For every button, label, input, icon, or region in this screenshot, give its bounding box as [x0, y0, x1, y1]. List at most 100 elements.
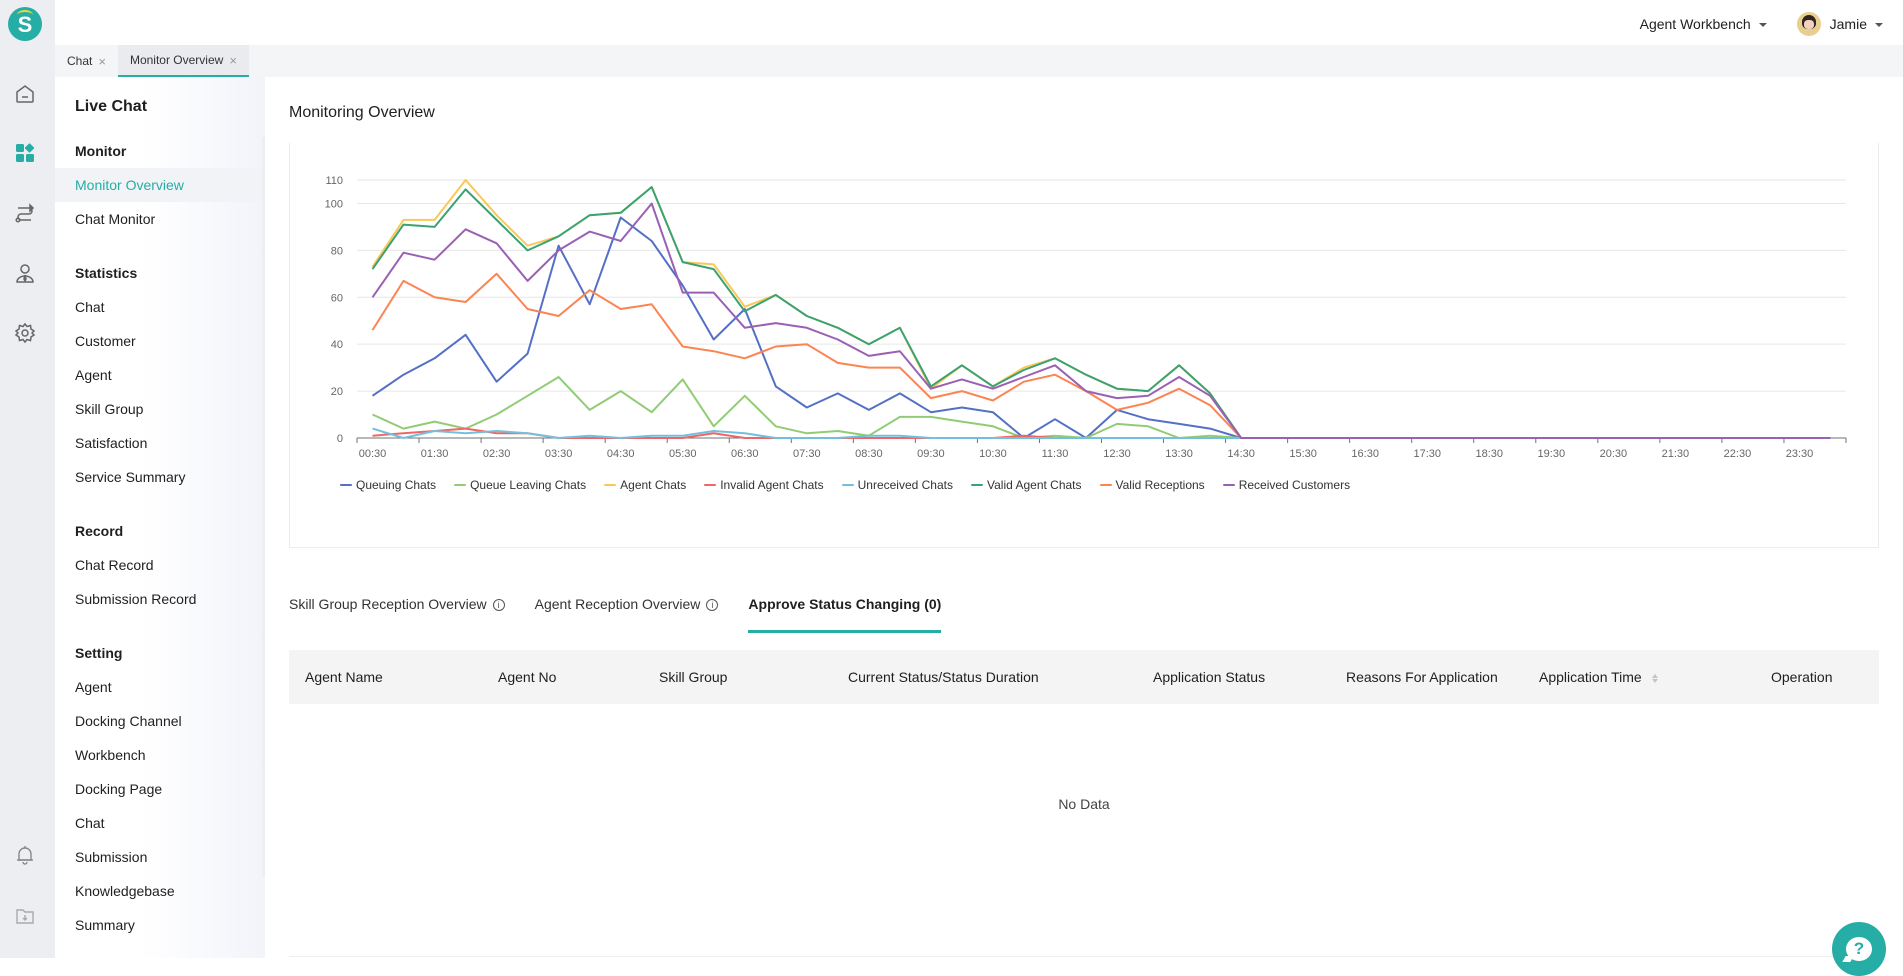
sidebar-title: Live Chat [75, 98, 265, 120]
sidebar-item-workbench[interactable]: Workbench [55, 738, 265, 772]
y-tick-label: 40 [331, 339, 343, 351]
sidebar-item-stat-customer[interactable]: Customer [55, 324, 265, 358]
legend-label: Valid Receptions [1116, 478, 1205, 492]
legend-item[interactable]: Unreceived Chats [842, 478, 953, 492]
x-tick-label: 13:30 [1165, 448, 1193, 460]
settings-icon[interactable] [13, 321, 37, 345]
tab-chat[interactable]: Chat × [55, 45, 118, 77]
x-tick-label: 02:30 [483, 448, 511, 460]
y-tick-label: 0 [337, 433, 343, 445]
x-tick-label: 08:30 [855, 448, 883, 460]
x-tick-label: 01:30 [421, 448, 449, 460]
help-chat-icon: ? [1846, 937, 1872, 961]
legend-swatch [842, 484, 854, 486]
line-chart: 020406080100110 00:3001:3002:3003:3004:3… [290, 143, 1880, 473]
legend-label: Invalid Agent Chats [720, 478, 823, 492]
sidebar-item-chat-record[interactable]: Chat Record [55, 548, 265, 582]
legend-item[interactable]: Valid Receptions [1100, 478, 1205, 492]
subtab-skill-group-reception[interactable]: Skill Group Reception Overview i [289, 596, 505, 626]
x-tick-label: 07:30 [793, 448, 821, 460]
sidebar-item-stat-skill-group[interactable]: Skill Group [55, 392, 265, 426]
x-tick-label: 11:30 [1042, 448, 1069, 460]
sidebar-item-docking-page[interactable]: Docking Page [55, 772, 265, 806]
tab-label: Monitor Overview [130, 53, 223, 67]
subtab-approve-status-changing[interactable]: Approve Status Changing (0) [748, 596, 941, 633]
legend-label: Unreceived Chats [858, 478, 953, 492]
sidebar-item-knowledgebase[interactable]: Knowledgebase [55, 874, 265, 908]
x-tick-label: 21:30 [1662, 448, 1690, 460]
tab-monitor-overview[interactable]: Monitor Overview × [118, 45, 249, 77]
sidebar-item-stat-service-summary[interactable]: Service Summary [55, 460, 265, 494]
dashboard-icon[interactable] [13, 141, 37, 165]
sidebar-item-chat-monitor[interactable]: Chat Monitor [55, 202, 265, 236]
sidebar: Live Chat Monitor Monitor Overview Chat … [55, 77, 265, 958]
bell-icon[interactable] [13, 843, 37, 867]
series-line-agent-chats [373, 180, 1831, 438]
column-header-operation: Operation [1771, 650, 1832, 704]
series-line-queue-leaving-chats [373, 377, 1831, 438]
chart-legend: Queuing Chats Queue Leaving Chats Agent Ch… [340, 478, 1368, 492]
legend-swatch [454, 484, 466, 486]
sidebar-item-submission-record[interactable]: Submission Record [55, 582, 265, 616]
main-content: Monitoring Overview 020406080100110 00:3… [265, 77, 1903, 958]
help-button[interactable]: ? [1832, 922, 1886, 976]
sidebar-item-set-chat[interactable]: Chat [55, 806, 265, 840]
routing-icon[interactable] [13, 201, 37, 225]
column-header-reasons: Reasons For Application [1346, 650, 1498, 704]
subtab-label: Approve Status Changing (0) [748, 596, 941, 612]
legend-item[interactable]: Valid Agent Chats [971, 478, 1082, 492]
avatar[interactable] [1797, 12, 1821, 36]
legend-item[interactable]: Invalid Agent Chats [704, 478, 823, 492]
sidebar-item-stat-agent[interactable]: Agent [55, 358, 265, 392]
x-tick-label: 18:30 [1475, 448, 1503, 460]
sidebar-item-stat-chat[interactable]: Chat [55, 290, 265, 324]
sort-icon[interactable] [1652, 674, 1658, 683]
sidebar-item-monitor-overview[interactable]: Monitor Overview [55, 168, 265, 202]
user-menu[interactable]: Jamie [1830, 16, 1883, 32]
series-line-received-customers [373, 204, 1831, 439]
legend-item[interactable]: Queuing Chats [340, 478, 436, 492]
chart-card: 020406080100110 00:3001:3002:3003:3004:3… [289, 143, 1879, 548]
sidebar-item-stat-satisfaction[interactable]: Satisfaction [55, 426, 265, 460]
subtab-agent-reception[interactable]: Agent Reception Overview i [535, 596, 719, 626]
home-icon[interactable] [13, 82, 37, 106]
info-icon[interactable]: i [706, 599, 718, 611]
legend-swatch [704, 484, 716, 486]
legend-item[interactable]: Agent Chats [604, 478, 686, 492]
sidebar-item-docking-channel[interactable]: Docking Channel [55, 704, 265, 738]
x-tick-label: 14:30 [1227, 448, 1255, 460]
column-header-agent-name: Agent Name [305, 650, 383, 704]
close-icon[interactable]: × [229, 53, 237, 68]
close-icon[interactable]: × [98, 54, 106, 69]
column-header-skill-group: Skill Group [659, 650, 727, 704]
workbench-dropdown[interactable]: Agent Workbench [1640, 16, 1767, 32]
x-tick-label: 20:30 [1600, 448, 1628, 460]
legend-item[interactable]: Queue Leaving Chats [454, 478, 586, 492]
legend-label: Agent Chats [620, 478, 686, 492]
x-tick-label: 05:30 [669, 448, 697, 460]
x-tick-label: 10:30 [979, 448, 1007, 460]
sidebar-item-submission[interactable]: Submission [55, 840, 265, 874]
sidebar-item-summary[interactable]: Summary [55, 908, 265, 942]
column-header-application-status: Application Status [1153, 650, 1265, 704]
download-folder-icon[interactable] [13, 904, 37, 928]
x-tick-label: 16:30 [1351, 448, 1379, 460]
y-tick-label: 80 [331, 245, 343, 257]
subtab-label: Agent Reception Overview [535, 596, 701, 612]
table-header: Agent Name Agent No Skill Group Current … [289, 650, 1879, 704]
app-logo[interactable]: S [8, 7, 42, 41]
x-tick-label: 22:30 [1724, 448, 1752, 460]
nav-group-record: Record [55, 514, 265, 548]
chevron-down-icon [1759, 23, 1767, 27]
x-tick-label: 23:30 [1786, 448, 1814, 460]
column-header-application-time[interactable]: Application Time [1539, 650, 1658, 704]
agent-icon[interactable] [13, 261, 37, 285]
top-bar: Agent Workbench Jamie [55, 0, 1903, 45]
page-title: Monitoring Overview [289, 104, 435, 122]
legend-item[interactable]: Received Customers [1223, 478, 1350, 492]
y-tick-label: 110 [325, 175, 343, 187]
sidebar-item-set-agent[interactable]: Agent [55, 670, 265, 704]
legend-label: Valid Agent Chats [987, 478, 1082, 492]
x-tick-label: 04:30 [607, 448, 635, 460]
info-icon[interactable]: i [493, 599, 505, 611]
